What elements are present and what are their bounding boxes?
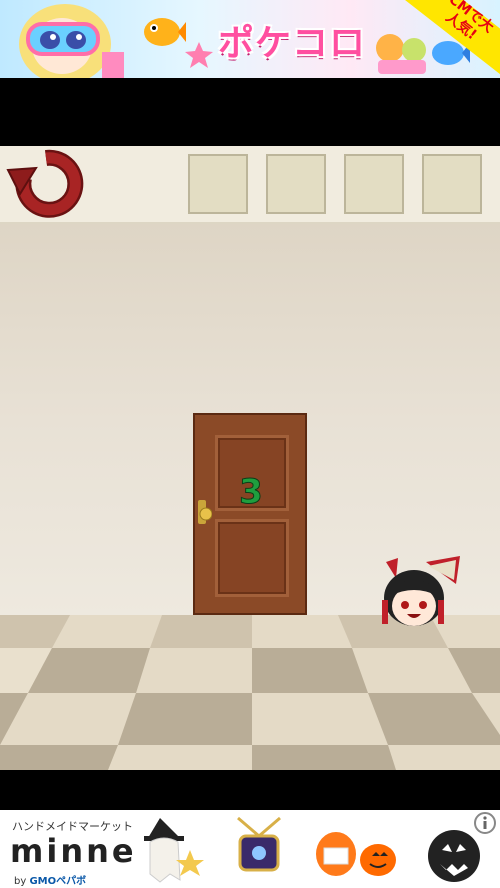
item-slot-4[interactable] <box>422 154 482 214</box>
item-slot-2[interactable] <box>266 154 326 214</box>
ad-byline: by GMOペパボ <box>14 872 86 887</box>
item-slot-1[interactable] <box>188 154 248 214</box>
ad-girl-illustration <box>19 4 124 78</box>
ad-byline-prefix: by <box>14 876 30 887</box>
item-slot-3[interactable] <box>344 154 404 214</box>
info-icon[interactable] <box>474 812 496 834</box>
ad-logo-text: ポケコロ <box>218 23 367 64</box>
room-floor <box>0 615 500 770</box>
door-knob-icon[interactable] <box>196 500 212 524</box>
bottom-banner-ad[interactable]: ハンドメイドマーケット minne by GMOペパボ <box>0 810 500 888</box>
character-head-icon[interactable] <box>376 556 462 632</box>
ad-byline-brand: GMOペパボ <box>29 876 87 887</box>
door-number: 3 <box>239 472 264 513</box>
item-toolbar <box>0 146 500 224</box>
ad-pendant-icon <box>237 816 281 872</box>
ad-cupcake-icon <box>376 34 426 74</box>
circular-arrow-icon[interactable] <box>6 148 88 220</box>
ad-ghost-witch-icon <box>144 818 204 883</box>
ad-brand: minne <box>10 832 137 870</box>
door-lower-panel <box>215 519 289 597</box>
ad-starfish-icon <box>185 42 213 68</box>
top-banner-ad[interactable]: ポケコロ CMで大人気! <box>0 0 500 78</box>
checkered-floor <box>0 615 500 770</box>
ad-fish-icon <box>144 18 186 46</box>
ad-pumpkin-icon <box>316 832 396 876</box>
